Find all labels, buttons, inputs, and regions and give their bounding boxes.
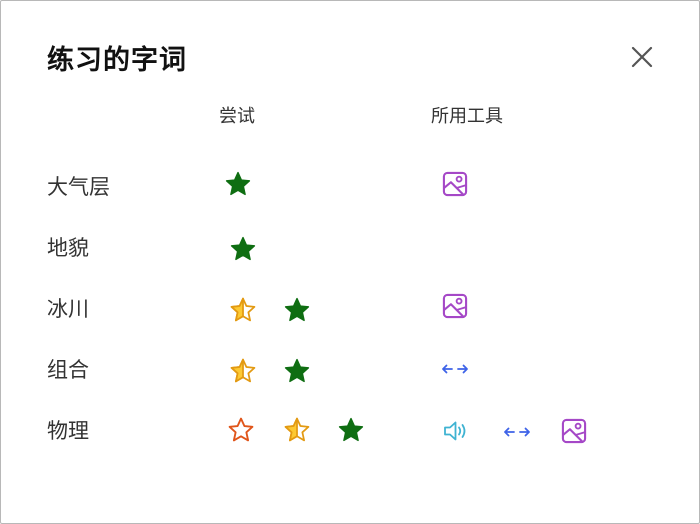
word-label: 组合 [47,358,89,382]
partial-star-icon [284,417,310,442]
picture-dictionary-icon [442,171,468,197]
success-star-icon [230,236,256,261]
syllables-icon [442,364,468,374]
success-star-icon [284,297,310,322]
success-star-icon [338,417,364,442]
word-row-1: 大气层 [1,164,699,210]
attempts-column-header: 尝试 [219,106,255,127]
read-aloud-icon [444,421,466,441]
close-button[interactable] [627,42,657,72]
practiced-words-dialog: 练习的字词 尝试 所用工具 大气层 地貌 冰川 组合 物理 [0,0,700,524]
word-label: 大气层 [47,175,110,199]
partial-star-icon [230,358,256,383]
partial-star-icon [230,297,256,322]
picture-dictionary-icon [442,293,468,319]
fail-star-icon [228,417,254,442]
word-row-5: 物理 [1,408,699,454]
picture-dictionary-icon [561,418,587,444]
word-row-2: 地貌 [1,225,699,271]
close-icon [631,46,653,68]
word-label: 地貌 [47,236,89,260]
dialog-title: 练习的字词 [47,45,187,76]
syllables-icon [504,427,530,437]
word-row-3: 冰川 [1,286,699,332]
success-star-icon [284,358,310,383]
tools-column-header: 所用工具 [431,106,503,127]
word-row-4: 组合 [1,347,699,393]
success-star-icon [225,171,251,196]
word-label: 冰川 [47,297,89,321]
word-label: 物理 [47,419,89,443]
